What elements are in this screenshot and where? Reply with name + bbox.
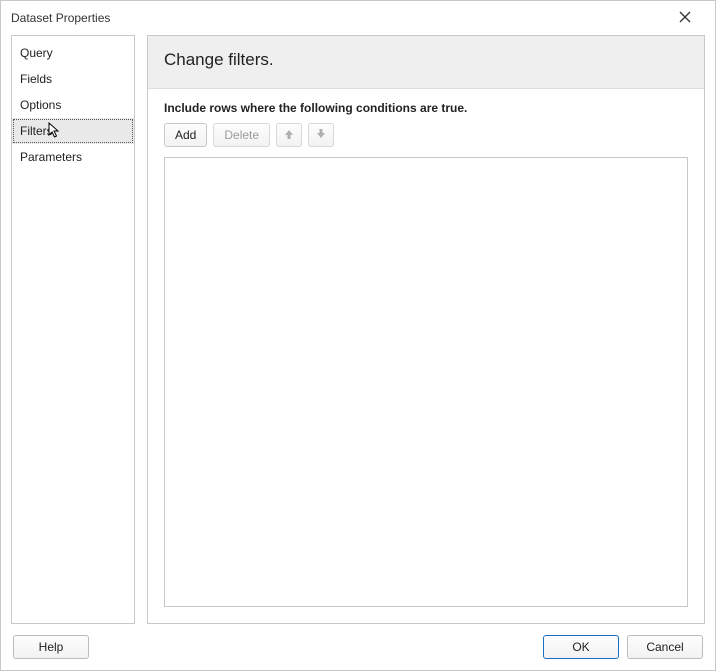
sidebar-item-label: Query [20,46,53,60]
sidebar-item-label: Options [20,98,61,112]
add-button[interactable]: Add [164,123,207,147]
ok-button[interactable]: OK [543,635,619,659]
add-button-label: Add [175,128,196,142]
sidebar-item-query[interactable]: Query [12,40,134,66]
ok-button-label: OK [572,640,589,654]
instruction-text: Include rows where the following conditi… [164,101,688,115]
titlebar: Dataset Properties [1,1,715,35]
sidebar-item-options[interactable]: Options [12,92,134,118]
dataset-properties-dialog: Dataset Properties Query Fields Options … [0,0,716,671]
help-button-label: Help [39,640,64,654]
main-content: Include rows where the following conditi… [148,89,704,623]
filters-list[interactable] [164,157,688,607]
filter-toolbar: Add Delete [164,123,688,147]
delete-button[interactable]: Delete [213,123,270,147]
sidebar-item-fields[interactable]: Fields [12,66,134,92]
sidebar-item-parameters[interactable]: Parameters [12,144,134,170]
arrow-down-icon [315,128,327,143]
arrow-up-icon [283,128,295,143]
sidebar-item-label: Filters [20,124,53,138]
sidebar-item-label: Fields [20,72,52,86]
sidebar-item-filters[interactable]: Filters [12,118,134,144]
sidebar: Query Fields Options Filters Parameters [11,35,135,624]
help-button[interactable]: Help [13,635,89,659]
dialog-body: Query Fields Options Filters Parameters [1,35,715,624]
cancel-button[interactable]: Cancel [627,635,703,659]
page-title: Change filters. [164,50,688,70]
dialog-footer: Help OK Cancel [1,624,715,670]
delete-button-label: Delete [224,128,259,142]
cancel-button-label: Cancel [646,640,683,654]
window-title: Dataset Properties [11,11,110,25]
move-up-button[interactable] [276,123,302,147]
close-icon [679,10,691,26]
main-panel: Change filters. Include rows where the f… [147,35,705,624]
close-button[interactable] [665,3,705,33]
move-down-button[interactable] [308,123,334,147]
main-header: Change filters. [148,36,704,89]
sidebar-item-label: Parameters [20,150,82,164]
